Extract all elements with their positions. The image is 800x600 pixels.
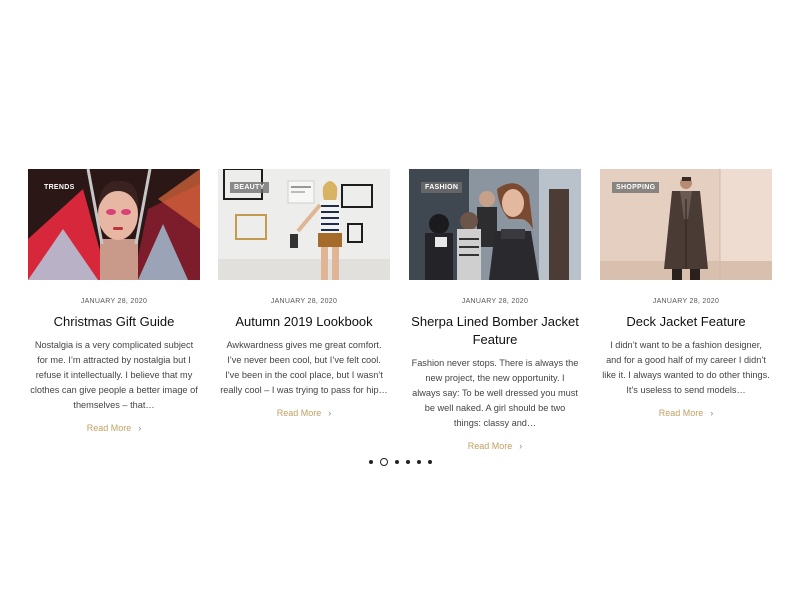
post-excerpt: Awkwardness gives me great comfort. I’ve… <box>220 340 388 395</box>
read-more-link[interactable]: Read More › <box>468 440 523 452</box>
read-more-link[interactable]: Read More › <box>277 407 332 419</box>
post-card: FASHION JANUARY 28, 2020 Sherpa Lined Bo… <box>409 169 581 454</box>
chevron-right-icon: › <box>138 423 142 433</box>
post-thumbnail[interactable]: TRENDS <box>28 169 200 280</box>
post-date: JANUARY 28, 2020 <box>461 298 529 305</box>
post-title[interactable]: Deck Jacket Feature <box>600 313 772 331</box>
post-excerpt: Fashion never stops. There is always the… <box>411 358 579 428</box>
read-more-label: Read More <box>467 441 513 451</box>
category-tag[interactable]: SHOPPING <box>612 182 660 193</box>
read-more-link[interactable]: Read More › <box>87 422 142 434</box>
post-thumbnail[interactable]: FASHION <box>409 169 581 280</box>
pagination-dot-active[interactable] <box>379 458 388 466</box>
chevron-right-icon: › <box>519 441 523 451</box>
post-excerpt: Nostalgia is a very complicated subject … <box>30 340 198 410</box>
post-excerpt: I didn’t want to be a fashion designer, … <box>602 340 770 395</box>
post-date: JANUARY 28, 2020 <box>80 298 148 305</box>
post-thumbnail[interactable]: BEAUTY <box>218 169 390 280</box>
chevron-right-icon: › <box>328 408 332 418</box>
pagination-dot[interactable] <box>416 460 421 464</box>
post-thumbnail[interactable]: SHOPPING <box>600 169 772 280</box>
pagination-dot[interactable] <box>427 460 432 464</box>
post-date: JANUARY 28, 2020 <box>270 298 338 305</box>
post-title[interactable]: Sherpa Lined Bomber Jacket Feature <box>409 313 581 349</box>
post-title[interactable]: Autumn 2019 Lookbook <box>218 313 390 331</box>
pagination-dot[interactable] <box>394 460 399 464</box>
category-tag[interactable]: FASHION <box>421 182 463 193</box>
carousel-pagination <box>28 458 772 470</box>
pagination-dot[interactable] <box>405 460 410 464</box>
category-tag[interactable]: TRENDS <box>40 182 79 193</box>
post-title[interactable]: Christmas Gift Guide <box>28 313 200 331</box>
pagination-dot[interactable] <box>368 460 373 464</box>
post-card: BEAUTY JANUARY 28, 2020 Autumn 2019 Look… <box>218 169 390 421</box>
read-more-label: Read More <box>276 408 322 418</box>
post-card: TRENDS JANUARY 28, 2020 Christmas Gift G… <box>28 169 200 436</box>
chevron-right-icon: › <box>710 408 714 418</box>
read-more-label: Read More <box>658 408 704 418</box>
post-carousel: TRENDS JANUARY 28, 2020 Christmas Gift G… <box>28 169 772 479</box>
post-card: SHOPPING JANUARY 28, 2020 Deck Jacket Fe… <box>600 169 772 421</box>
category-tag[interactable]: BEAUTY <box>230 182 269 193</box>
carousel-track: TRENDS JANUARY 28, 2020 Christmas Gift G… <box>28 169 772 451</box>
read-more-link[interactable]: Read More › <box>659 407 714 419</box>
read-more-label: Read More <box>86 423 132 433</box>
post-date: JANUARY 28, 2020 <box>652 298 720 305</box>
